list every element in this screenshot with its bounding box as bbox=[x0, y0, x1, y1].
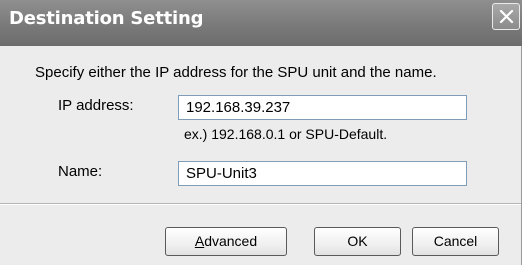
ip-address-field[interactable]: 192.168.39.237 bbox=[178, 95, 467, 120]
advanced-accelerator: A bbox=[194, 233, 205, 249]
advanced-button[interactable]: Advanced bbox=[165, 227, 287, 256]
instruction-text: Specify either the IP address for the SP… bbox=[35, 64, 437, 81]
close-icon bbox=[499, 9, 514, 24]
ip-address-label: IP address: bbox=[58, 97, 134, 114]
title-bar[interactable]: Destination Setting bbox=[0, 0, 522, 46]
name-field[interactable]: SPU-Unit3 bbox=[178, 161, 467, 186]
advanced-label: dvanced bbox=[204, 233, 258, 249]
dialog-title: Destination Setting bbox=[9, 8, 204, 29]
destination-setting-dialog: Destination Setting Specify either the I… bbox=[0, 0, 522, 265]
ok-button[interactable]: OK bbox=[314, 227, 401, 256]
ip-address-hint: ex.) 192.168.0.1 or SPU-Default. bbox=[184, 126, 388, 142]
cancel-button[interactable]: Cancel bbox=[412, 227, 499, 256]
close-button[interactable] bbox=[492, 3, 520, 30]
button-separator bbox=[0, 203, 521, 205]
name-label: Name: bbox=[58, 163, 103, 180]
